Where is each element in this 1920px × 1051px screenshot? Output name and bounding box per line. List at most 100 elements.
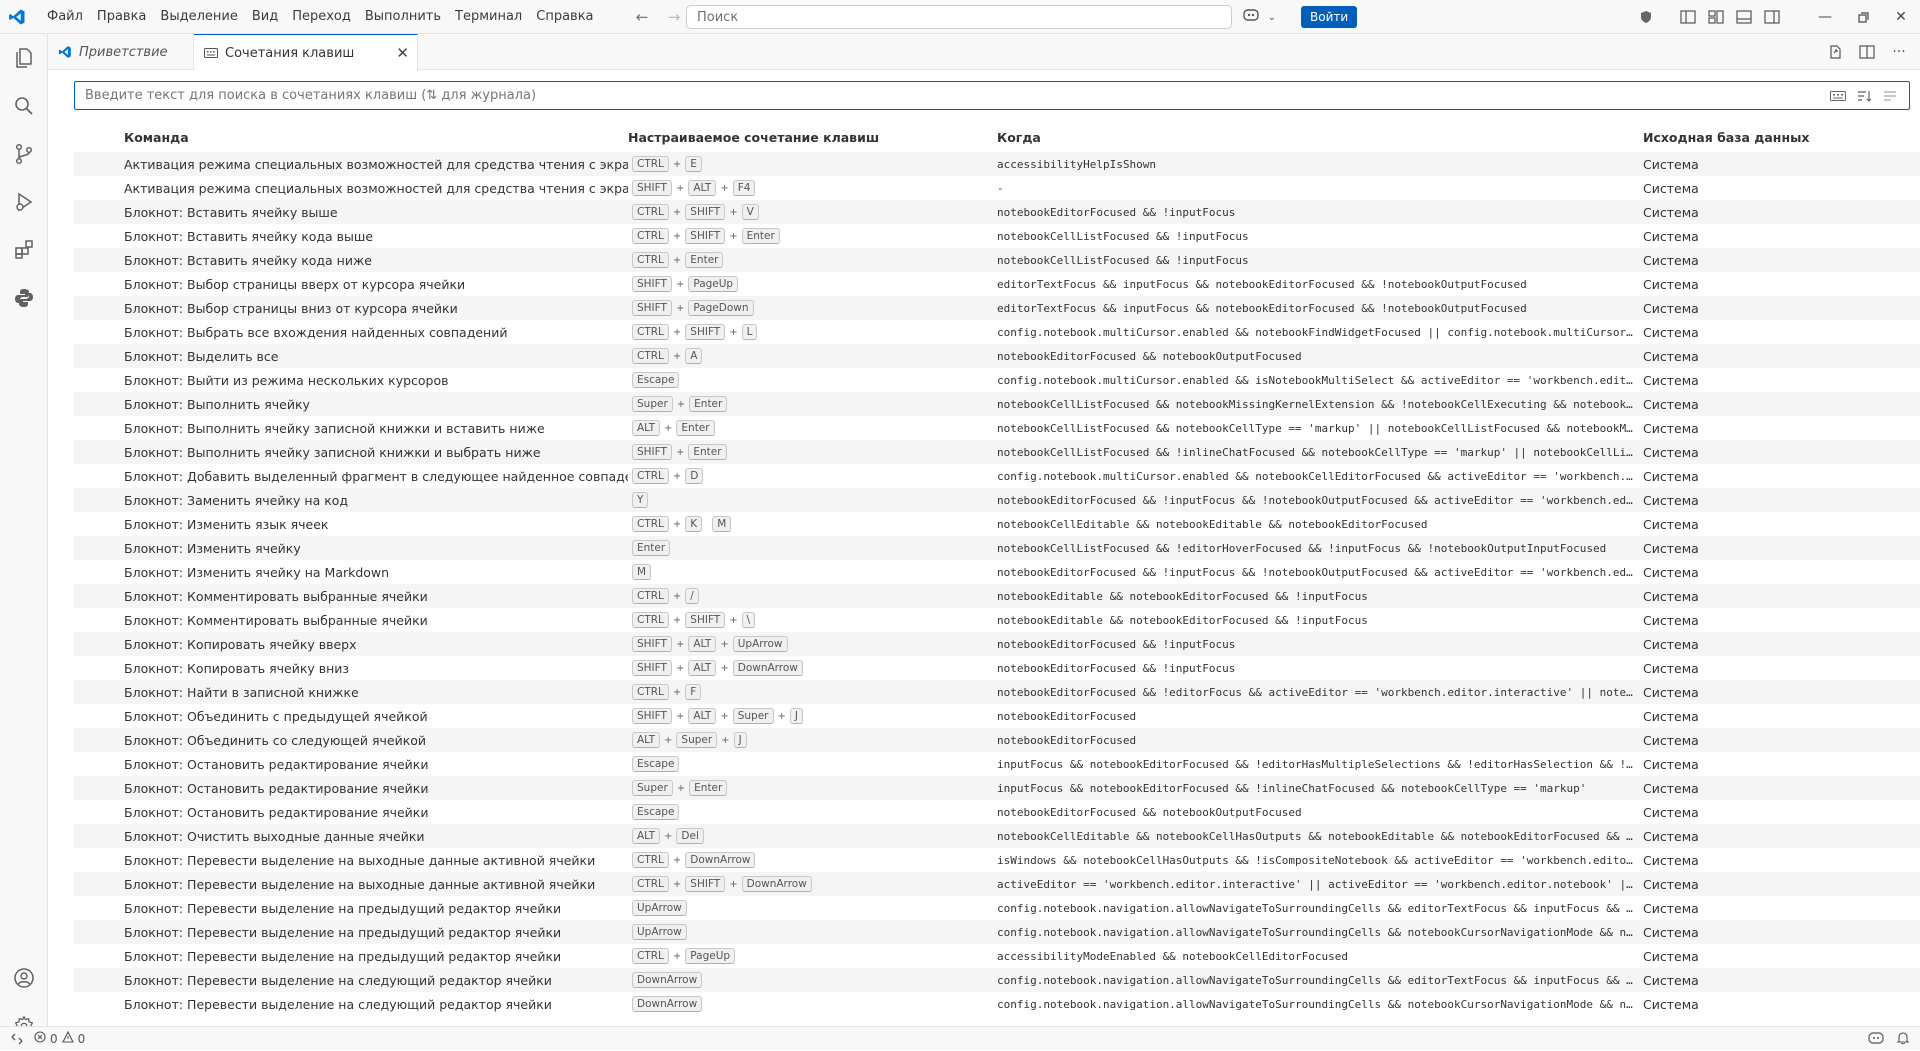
column-header-command[interactable]: Команда (74, 130, 628, 145)
table-row[interactable]: Блокнот: Выполнить ячейку записной книжк… (74, 440, 1920, 464)
keybinding-cell[interactable]: Y (628, 492, 997, 508)
extensions-icon[interactable] (0, 226, 48, 274)
menu-item[interactable]: Выполнить (358, 5, 448, 29)
table-row[interactable]: Блокнот: Остановить редактирование ячейк… (74, 800, 1920, 824)
command-center-search[interactable]: Поиск (686, 5, 1232, 29)
table-row[interactable]: Блокнот: Перевести выделение на выходные… (74, 848, 1920, 872)
close-window-icon[interactable]: ✕ (1882, 0, 1920, 34)
table-row[interactable]: Блокнот: Остановить редактирование ячейк… (74, 752, 1920, 776)
keybinding-cell[interactable]: Super + Enter (628, 396, 997, 412)
keybinding-cell[interactable]: ALT + Enter (628, 420, 997, 436)
table-row[interactable]: Блокнот: Перевести выделение на выходные… (74, 872, 1920, 896)
copilot-icon[interactable] (1242, 7, 1260, 27)
table-row[interactable]: Блокнот: Выполнить ячейку записной книжк… (74, 416, 1920, 440)
menu-item[interactable]: Терминал (448, 5, 529, 29)
table-row[interactable]: Блокнот: Заменить ячейку на код Ynotebook… (74, 488, 1920, 512)
table-row[interactable]: Блокнот: Вставить ячейку выше CTRL + SHIFT +… (74, 200, 1920, 224)
toggle-primary-sidebar-icon[interactable] (1674, 0, 1702, 34)
keybinding-cell[interactable]: ALT + Del (628, 828, 997, 844)
table-row[interactable]: Блокнот: Выделить все CTRL + AnotebookEdito… (74, 344, 1920, 368)
table-row[interactable]: Блокнот: Выбрать все вхождения найденных… (74, 320, 1920, 344)
accounts-shield-icon[interactable] (1632, 0, 1660, 34)
keybinding-cell[interactable]: UpArrow (628, 924, 997, 940)
keybinding-cell[interactable]: CTRL + PageUp (628, 948, 997, 964)
remote-indicator-icon[interactable] (0, 1027, 34, 1051)
keybinding-cell[interactable]: SHIFT + PageUp (628, 276, 997, 292)
keybinding-cell[interactable]: SHIFT + PageDown (628, 300, 997, 316)
keybinding-cell[interactable]: UpArrow (628, 900, 997, 916)
keybinding-cell[interactable]: Escape (628, 756, 997, 772)
copilot-status-icon[interactable] (1868, 1031, 1884, 1048)
menu-item[interactable]: Переход (285, 5, 358, 29)
keybinding-cell[interactable]: M (628, 564, 997, 580)
table-row[interactable]: Блокнот: Добавить выделенный фрагмент в … (74, 464, 1920, 488)
menu-item[interactable]: Файл (40, 5, 90, 29)
table-row[interactable]: Блокнот: Комментировать выбранные ячейки… (74, 584, 1920, 608)
column-header-when[interactable]: Когда (997, 130, 1643, 145)
keybinding-cell[interactable]: CTRL + SHIFT + DownArrow (628, 876, 997, 892)
table-row[interactable]: Блокнот: Выбор страницы вниз от курсора … (74, 296, 1920, 320)
table-row[interactable]: Блокнот: Комментировать выбранные ячейки… (74, 608, 1920, 632)
keybinding-cell[interactable]: CTRL + SHIFT + Enter (628, 228, 997, 244)
problems-indicator[interactable]: 0 0 (34, 1030, 85, 1046)
accounts-icon[interactable] (0, 954, 48, 1002)
split-editor-icon[interactable] (1854, 39, 1880, 65)
table-row[interactable]: Блокнот: Объединить с предыдущей ячейкой… (74, 704, 1920, 728)
table-row[interactable]: Блокнот: Остановить редактирование ячейк… (74, 776, 1920, 800)
bell-icon[interactable] (1896, 1031, 1910, 1048)
keybinding-cell[interactable]: SHIFT + ALT + F4 (628, 180, 997, 196)
close-icon[interactable]: ✕ (396, 44, 409, 62)
keybinding-cell[interactable]: CTRL + K M (628, 516, 997, 532)
table-row[interactable]: Блокнот: Перевести выделение на следующи… (74, 968, 1920, 992)
keybinding-cell[interactable]: SHIFT + ALT + Super + J (628, 708, 997, 724)
explorer-icon[interactable] (0, 34, 48, 82)
keybinding-cell[interactable]: Escape (628, 372, 997, 388)
minimize-icon[interactable]: — (1806, 0, 1844, 34)
clear-filter-icon[interactable] (1881, 87, 1899, 105)
menu-item[interactable]: Вид (245, 5, 285, 29)
table-row[interactable]: Блокнот: Копировать ячейку вверх SHIFT + AL… (74, 632, 1920, 656)
keybinding-cell[interactable]: CTRL + D (628, 468, 997, 484)
keybinding-cell[interactable]: CTRL + A (628, 348, 997, 364)
keybinding-cell[interactable]: CTRL + E (628, 156, 997, 172)
table-row[interactable]: Блокнот: Копировать ячейку вниз SHIFT + ALT… (74, 656, 1920, 680)
keybinding-cell[interactable]: DownArrow (628, 996, 997, 1012)
keybindings-search-input[interactable]: Введите текст для поиска в сочетаниях кл… (74, 81, 1910, 110)
keybinding-cell[interactable]: CTRL + SHIFT + \ (628, 612, 997, 628)
search-icon[interactable] (0, 82, 48, 130)
tab-welcome[interactable]: Приветствие (48, 34, 194, 70)
forward-arrow-icon[interactable]: → (662, 5, 686, 29)
keybinding-cell[interactable]: Super + Enter (628, 780, 997, 796)
keybinding-cell[interactable]: SHIFT + ALT + DownArrow (628, 660, 997, 676)
signin-button[interactable]: Войти (1301, 6, 1358, 28)
table-row[interactable]: Блокнот: Перевести выделение на следующи… (74, 992, 1920, 1016)
table-row[interactable]: Блокнот: Вставить ячейку кода ниже CTRL + E… (74, 248, 1920, 272)
table-row[interactable]: Блокнот: Выполнить ячейку Super + Enter note… (74, 392, 1920, 416)
menu-item[interactable]: Справка (529, 5, 600, 29)
keybinding-cell[interactable]: DownArrow (628, 972, 997, 988)
back-arrow-icon[interactable]: ← (630, 5, 654, 29)
keybinding-cell[interactable]: CTRL + SHIFT + L (628, 324, 997, 340)
table-row[interactable]: Блокнот: Перевести выделение на предыдущ… (74, 944, 1920, 968)
sort-by-precedence-icon[interactable] (1855, 87, 1873, 105)
copilot-menu[interactable]: ⌄ (1238, 5, 1280, 29)
tab-keyboard-shortcuts[interactable]: Сочетания клавиш ✕ (194, 34, 418, 71)
table-row[interactable]: Блокнот: Выбор страницы вверх от курсора… (74, 272, 1920, 296)
python-icon[interactable] (0, 274, 48, 322)
table-row[interactable]: Блокнот: Изменить ячейку на Markdown Mnot… (74, 560, 1920, 584)
keybinding-cell[interactable]: Escape (628, 804, 997, 820)
table-row[interactable]: Блокнот: Перевести выделение на предыдущ… (74, 920, 1920, 944)
toggle-panel-icon[interactable] (1730, 0, 1758, 34)
table-row[interactable]: Блокнот: Очистить выходные данные ячейки… (74, 824, 1920, 848)
keybinding-cell[interactable]: Enter (628, 540, 997, 556)
keybinding-cell[interactable]: CTRL + F (628, 684, 997, 700)
toggle-secondary-sidebar-icon[interactable] (1758, 0, 1786, 34)
table-row[interactable]: Блокнот: Вставить ячейку кода выше CTRL + S… (74, 224, 1920, 248)
table-row[interactable]: Блокнот: Объединить со следующей ячейкой… (74, 728, 1920, 752)
chevron-down-icon[interactable]: ⌄ (1268, 12, 1276, 23)
table-row[interactable]: Блокнот: Изменить ячейку Enter notebookCel… (74, 536, 1920, 560)
table-row[interactable]: Блокнот: Изменить язык ячеек CTRL + K Mnoteb… (74, 512, 1920, 536)
keybinding-cell[interactable]: CTRL + / (628, 588, 997, 604)
table-row[interactable]: Блокнот: Найти в записной книжке CTRL + Fno… (74, 680, 1920, 704)
keybinding-cell[interactable]: SHIFT + ALT + UpArrow (628, 636, 997, 652)
